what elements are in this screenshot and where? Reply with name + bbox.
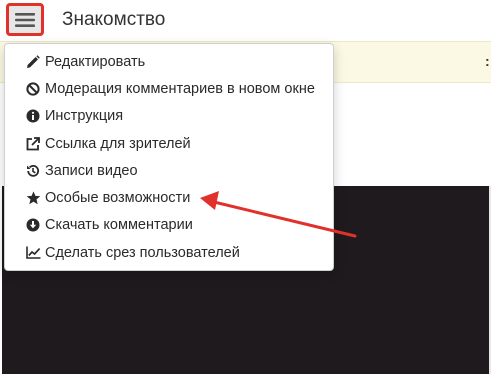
top-bar: Знакомство bbox=[0, 0, 491, 40]
menu-item-moderation[interactable]: Модерация комментариев в новом окне bbox=[5, 75, 333, 102]
menu-item-label: Редактировать bbox=[45, 53, 146, 70]
history-icon bbox=[25, 163, 41, 179]
strip-glyph: : bbox=[485, 53, 490, 69]
menu-item-edit[interactable]: Редактировать bbox=[5, 48, 333, 75]
menu-item-instructions[interactable]: Инструкция bbox=[5, 103, 333, 130]
menu-toggle-button[interactable] bbox=[6, 3, 44, 36]
line-chart-icon bbox=[25, 245, 41, 261]
menu-item-download-comments[interactable]: Скачать комментарии bbox=[5, 212, 333, 239]
dropdown-menu: Редактировать Модерация комментариев в н… bbox=[4, 43, 334, 271]
menu-item-recordings[interactable]: Записи видео bbox=[5, 157, 333, 184]
pencil-icon bbox=[25, 54, 41, 70]
menu-item-label: Скачать комментарии bbox=[45, 217, 193, 234]
menu-item-label: Сделать срез пользователей bbox=[45, 244, 240, 261]
menu-item-user-slice[interactable]: Сделать срез пользователей bbox=[5, 239, 333, 266]
menu-item-accessibility[interactable]: Особые возможности bbox=[5, 184, 333, 211]
menu-item-label: Особые возможности bbox=[45, 190, 191, 207]
menu-item-label: Инструкция bbox=[45, 108, 124, 125]
menu-item-label: Модерация комментариев в новом окне bbox=[45, 80, 315, 97]
download-icon bbox=[25, 217, 41, 233]
info-icon bbox=[25, 108, 41, 124]
menu-item-label: Ссылка для зрителей bbox=[45, 135, 191, 152]
menu-item-viewer-link[interactable]: Ссылка для зрителей bbox=[5, 130, 333, 157]
page-title: Знакомство bbox=[62, 9, 166, 30]
menu-item-label: Записи видео bbox=[45, 162, 138, 179]
hamburger-icon bbox=[15, 12, 35, 28]
star-icon bbox=[25, 190, 41, 206]
ban-icon bbox=[25, 81, 41, 97]
external-link-icon bbox=[25, 136, 41, 152]
